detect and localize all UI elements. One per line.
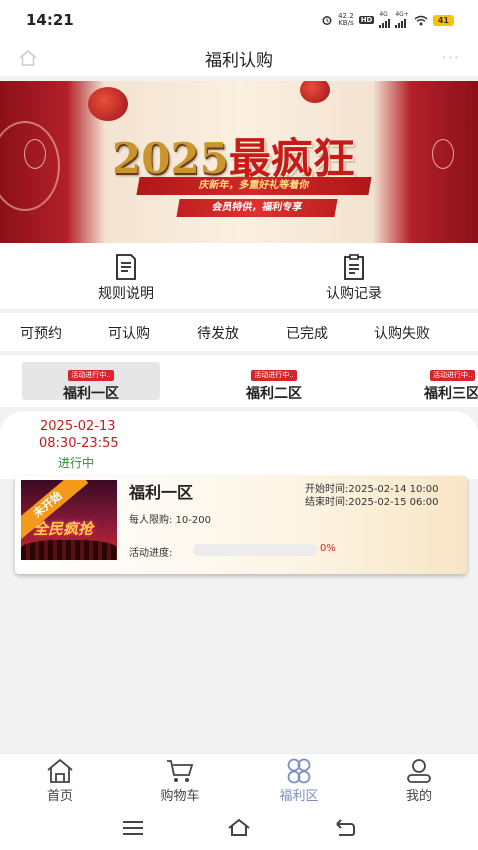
tab-failed[interactable]: 认购失败 (374, 323, 430, 343)
signal-bars-icon (379, 18, 391, 28)
tab-label: 我的 (405, 789, 432, 804)
tab-label: 购物车 (160, 789, 200, 804)
product-thumbnail: 全民疯抢 未开始 (21, 480, 117, 560)
back-icon[interactable] (333, 817, 357, 839)
tab-pending-issue[interactable]: 待发放 (197, 323, 239, 343)
status-bar: 14:21 42.2 KB/s HD 4G 4G+ 41 (0, 0, 478, 40)
home-nav-icon[interactable] (227, 817, 251, 839)
zone-tab-2[interactable]: 活动进行中.. 福利二区 (205, 362, 343, 402)
tab-completed[interactable]: 已完成 (286, 323, 328, 343)
progress-bar (193, 544, 317, 556)
progress-percent: 0% (320, 543, 336, 554)
status-icons: 42.2 KB/s HD 4G 4G+ 41 (321, 12, 454, 28)
signal-4g-plus: 4G+ (395, 12, 409, 28)
banner-title-number: 2025 (112, 134, 229, 183)
zone-tabs: 活动进行中.. 福利一区 活动进行中.. 福利二区 活动进行中.. 福利三区 (0, 355, 478, 407)
tab-home[interactable]: 首页 (20, 758, 100, 804)
system-nav-bar (0, 807, 478, 850)
wifi-icon (414, 15, 428, 25)
seal-decoration-right (432, 139, 454, 169)
promo-banner[interactable]: 2025最疯狂 庆新年，多重好礼等着你 会员特供，福利专享 (0, 81, 478, 243)
seal-decoration-left (24, 139, 46, 169)
end-time: 结束时间:2025-02-15 06:00 (305, 497, 439, 508)
page-title: 福利认购 (205, 50, 273, 71)
lantern-decoration (88, 87, 128, 121)
session-status: 进行中 (58, 456, 95, 470)
clipboard-icon (344, 254, 364, 280)
banner-title-text: 最疯狂 (228, 134, 355, 183)
tab-cart[interactable]: 购物车 (140, 758, 220, 804)
rules-label: 规则说明 (98, 286, 154, 302)
battery-indicator: 41 (432, 14, 454, 26)
signal-bars-icon (395, 18, 407, 28)
zone-label: 福利三区 (424, 386, 478, 400)
net-speed: 42.2 KB/s (338, 12, 354, 27)
status-time: 14:21 (26, 11, 74, 29)
tab-label: 福利区 (279, 789, 319, 804)
zone-label: 福利二区 (246, 386, 302, 402)
crowd-decoration (21, 540, 117, 560)
tab-welfare[interactable]: 福利区 (259, 758, 339, 804)
signal-4g: 4G (379, 12, 391, 28)
session-date: 2025-02-13 (40, 419, 116, 434)
zone-status-badge: 活动进行中.. (430, 370, 476, 381)
home-icon (47, 758, 73, 783)
alarm-icon (322, 16, 332, 25)
bottom-tab-bar: 首页 购物车 福利区 我的 (0, 753, 478, 807)
menu-icon[interactable] (121, 817, 145, 839)
purchase-limit: 每人限购: 10-200 (129, 515, 211, 526)
home-icon[interactable] (18, 48, 38, 68)
tab-reservable[interactable]: 可预约 (20, 323, 62, 343)
product-card[interactable]: 全民疯抢 未开始 福利一区 每人限购: 10-200 开始时间:2025-02-… (15, 476, 467, 574)
zone-status-badge: 活动进行中.. (68, 370, 114, 381)
session-time: 08:30-23:55 (39, 436, 119, 451)
more-icon[interactable]: ··· (442, 48, 460, 67)
status-filter-tabs: 可预约 可认购 待发放 已完成 认购失败 (0, 313, 478, 351)
clover-icon (287, 758, 311, 784)
content-area: 2025-02-13 08:30-23:55 进行中 (0, 411, 478, 751)
tab-mine[interactable]: 我的 (379, 758, 459, 804)
rules-button[interactable]: 规则说明 (66, 253, 186, 303)
zone-label: 福利一区 (63, 386, 119, 402)
hd-badge: HD (358, 16, 375, 24)
session-header[interactable]: 2025-02-13 08:30-23:55 进行中 (0, 411, 478, 479)
zone-status-badge: 活动进行中.. (251, 370, 297, 381)
user-icon (407, 759, 431, 783)
zone-tab-3[interactable]: 活动进行中.. 福利三区 (390, 362, 478, 400)
page-header: 福利认购 ··· (0, 40, 478, 76)
document-icon (116, 254, 136, 280)
subscription-record-label: 认购记录 (326, 286, 382, 302)
banner-slogan-2: 会员特供，福利专享 (176, 199, 338, 217)
progress-label: 活动进度: (129, 548, 173, 559)
product-title: 福利一区 (129, 483, 194, 502)
action-panel: 规则说明 认购记录 (0, 243, 478, 309)
subscription-record-button[interactable]: 认购记录 (294, 253, 414, 303)
tab-subscribable[interactable]: 可认购 (108, 323, 150, 343)
banner-slogan-1: 庆新年，多重好礼等着你 (136, 177, 372, 195)
zone-tab-1[interactable]: 活动进行中.. 福利一区 (22, 362, 160, 402)
tab-label: 首页 (46, 789, 73, 804)
cart-icon (167, 760, 194, 782)
